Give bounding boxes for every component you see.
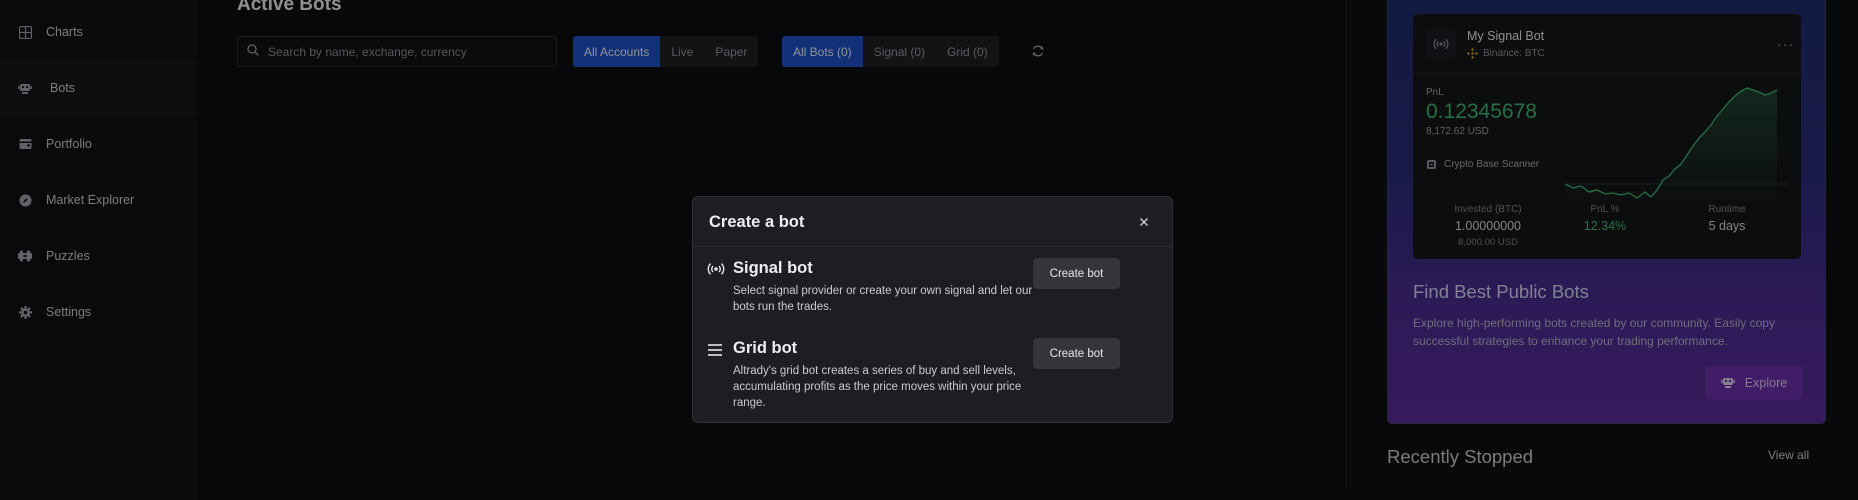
create-grid-bot-button[interactable]: Create bot [1033, 338, 1120, 369]
signal-bot-description: Select signal provider or create your ow… [733, 285, 1033, 313]
close-icon[interactable] [1137, 215, 1151, 229]
dialog-divider [693, 246, 1172, 247]
create-bot-dialog: Create a bot Signal bot Select signal pr… [692, 196, 1173, 423]
grid-bot-description: Altrady's grid bot creates a series of b… [733, 365, 1022, 409]
create-signal-bot-button[interactable]: Create bot [1033, 258, 1120, 289]
grid-bot-title: Grid bot [733, 339, 798, 357]
dialog-title: Create a bot [709, 213, 805, 231]
menu-lines-icon [707, 343, 725, 359]
signal-bot-title: Signal bot [733, 259, 813, 277]
broadcast-icon [707, 262, 725, 278]
